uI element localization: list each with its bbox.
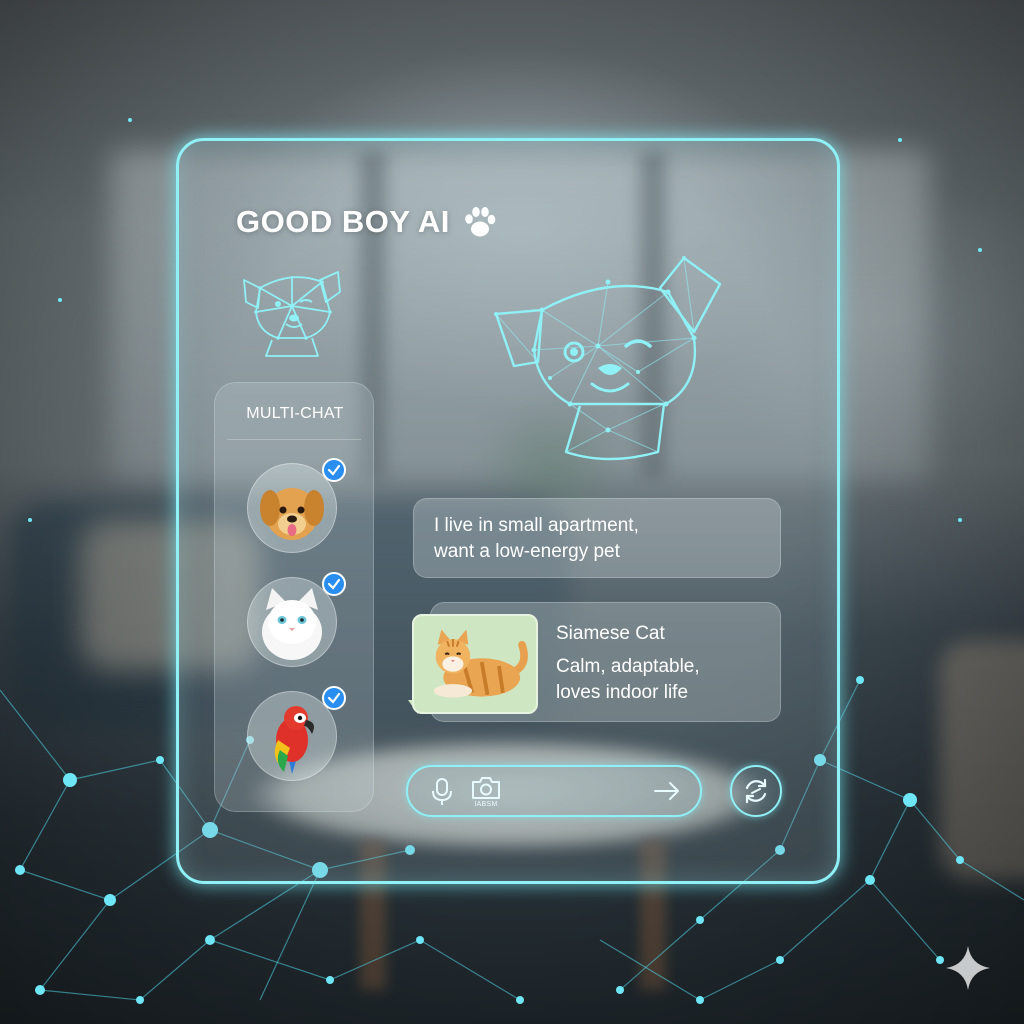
- app-header: GOOD BOY AI: [236, 200, 500, 244]
- multi-chat-sidebar: MULTI-CHAT: [214, 382, 374, 812]
- paw-print-icon: [465, 207, 496, 237]
- description-line: Calm, adaptable,: [556, 656, 700, 677]
- microphone-icon[interactable]: [430, 777, 454, 807]
- user-message-line: want a low-energy pet: [434, 541, 620, 562]
- app-title: GOOD BOY AI: [236, 204, 450, 239]
- chat-avatar-dog[interactable]: [247, 458, 346, 553]
- selected-check-badge: [322, 572, 346, 596]
- refresh-button[interactable]: [730, 765, 782, 817]
- recommendation-title: Siamese Cat: [556, 623, 665, 644]
- selected-check-badge: [322, 458, 346, 482]
- recommendation-description: Calm, adaptable, loves indoor life: [556, 654, 766, 706]
- checkmark-icon: [327, 578, 341, 590]
- checkmark-icon: [327, 464, 341, 476]
- arrow-right-icon[interactable]: [652, 779, 682, 803]
- message-input-bar[interactable]: IABSM: [406, 765, 702, 817]
- sparkle-icon: [946, 946, 990, 990]
- dog-mascot-small-icon: [243, 271, 341, 357]
- dog-avatar-icon: [260, 488, 324, 540]
- checkmark-icon: [327, 692, 341, 704]
- sidebar-divider: [227, 439, 361, 440]
- scene: GOOD BOY AI MULTI-CHAT I live in small a…: [0, 0, 1024, 1024]
- chat-avatar-cat[interactable]: [247, 572, 346, 667]
- dog-mascot-large-icon: [494, 256, 722, 461]
- camera-label: IABSM: [474, 801, 498, 808]
- cat-avatar-icon: [262, 588, 322, 660]
- camera-icon[interactable]: [470, 775, 502, 801]
- chat-avatar-parrot[interactable]: [247, 686, 346, 781]
- refresh-icon: [745, 778, 767, 804]
- user-message-line: I live in small apartment,: [434, 515, 639, 536]
- user-message-bubble: I live in small apartment, want a low-en…: [413, 498, 781, 578]
- recommendation-image: [412, 614, 538, 714]
- cat-lying-icon: [433, 629, 528, 698]
- parrot-avatar-icon: [274, 706, 314, 774]
- recommendation-text: Siamese Cat Calm, adaptable, loves indoo…: [556, 622, 766, 706]
- sidebar-title: MULTI-CHAT: [246, 405, 344, 422]
- description-line: loves indoor life: [556, 682, 689, 703]
- selected-check-badge: [322, 686, 346, 710]
